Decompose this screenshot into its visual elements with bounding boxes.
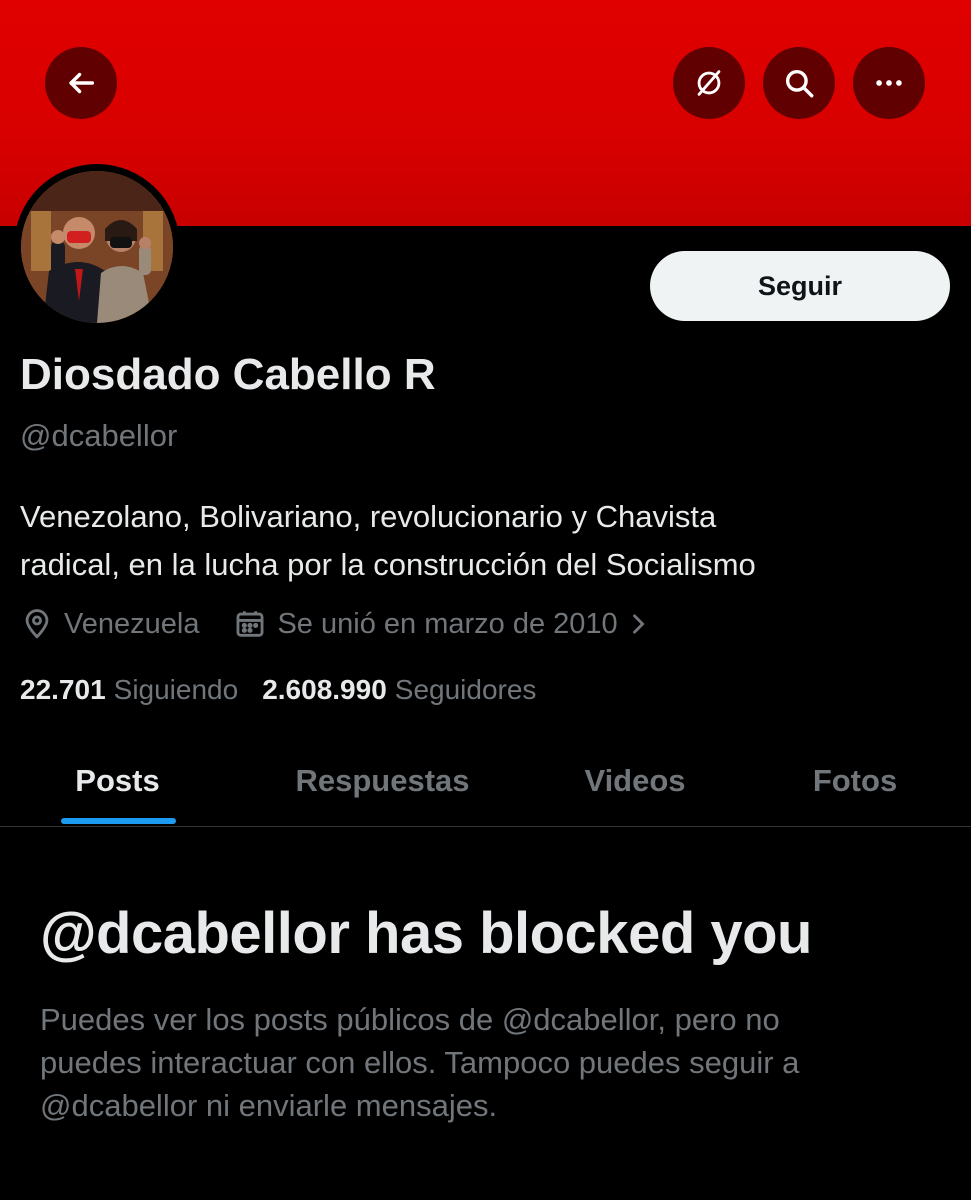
profile-meta: Venezuela Se unió en marzo de 2010 — [20, 602, 652, 646]
blocked-description: Puedes ver los posts públicos de @dcabel… — [40, 998, 940, 1127]
tab-fotos[interactable]: Fotos — [790, 736, 920, 826]
chevron-right-icon[interactable] — [624, 610, 652, 638]
followers-link[interactable]: 2.608.990 Seguidores — [262, 674, 536, 706]
search-button[interactable] — [763, 47, 835, 119]
followers-count: 2.608.990 — [262, 674, 387, 705]
profile-bio: Venezolano, Bolivariano, revolucionario … — [20, 493, 940, 589]
following-link[interactable]: 22.701 Siguiendo — [20, 674, 238, 706]
back-button[interactable] — [45, 47, 117, 119]
blocked-title: @dcabellor has blocked you — [40, 901, 812, 966]
active-tab-indicator — [61, 818, 176, 824]
search-icon — [785, 69, 814, 98]
profile-tabs: Posts Respuestas Videos Fotos — [0, 736, 971, 827]
blocked-description-line: @dcabellor ni enviarle mensajes. — [40, 1088, 498, 1123]
blocked-description-line: puedes interactuar con ellos. Tampoco pu… — [40, 1045, 800, 1080]
avatar-image — [21, 171, 173, 323]
following-count: 22.701 — [20, 674, 106, 705]
translate-button[interactable] — [673, 47, 745, 119]
profile-name: Diosdado Cabello R — [20, 350, 436, 399]
tab-videos[interactable]: Videos — [555, 736, 715, 826]
tab-respuestas[interactable]: Respuestas — [265, 736, 500, 826]
bio-line: Venezolano, Bolivariano, revolucionario … — [20, 499, 717, 534]
profile-handle: @dcabellor — [20, 418, 178, 453]
following-label: Siguiendo — [113, 674, 239, 705]
tab-posts[interactable]: Posts — [40, 736, 195, 826]
profile-joined-date[interactable]: Se unió en marzo de 2010 — [277, 608, 617, 641]
location-pin-icon — [25, 609, 49, 639]
calendar-icon — [237, 611, 264, 637]
profile-location: Venezuela — [64, 607, 200, 640]
bio-line: radical, en la lucha por la construcción… — [20, 547, 756, 582]
profile-stats: 22.701 Siguiendo 2.608.990 Seguidores — [20, 670, 536, 710]
more-button[interactable] — [853, 47, 925, 119]
blocked-description-line: Puedes ver los posts públicos de @dcabel… — [40, 1002, 780, 1037]
more-horizontal-icon — [876, 80, 902, 86]
follow-button[interactable]: Seguir — [650, 251, 950, 321]
globe-slash-icon — [697, 70, 721, 96]
followers-label: Seguidores — [394, 674, 537, 705]
arrow-left-icon — [69, 72, 95, 94]
avatar[interactable] — [14, 164, 180, 330]
